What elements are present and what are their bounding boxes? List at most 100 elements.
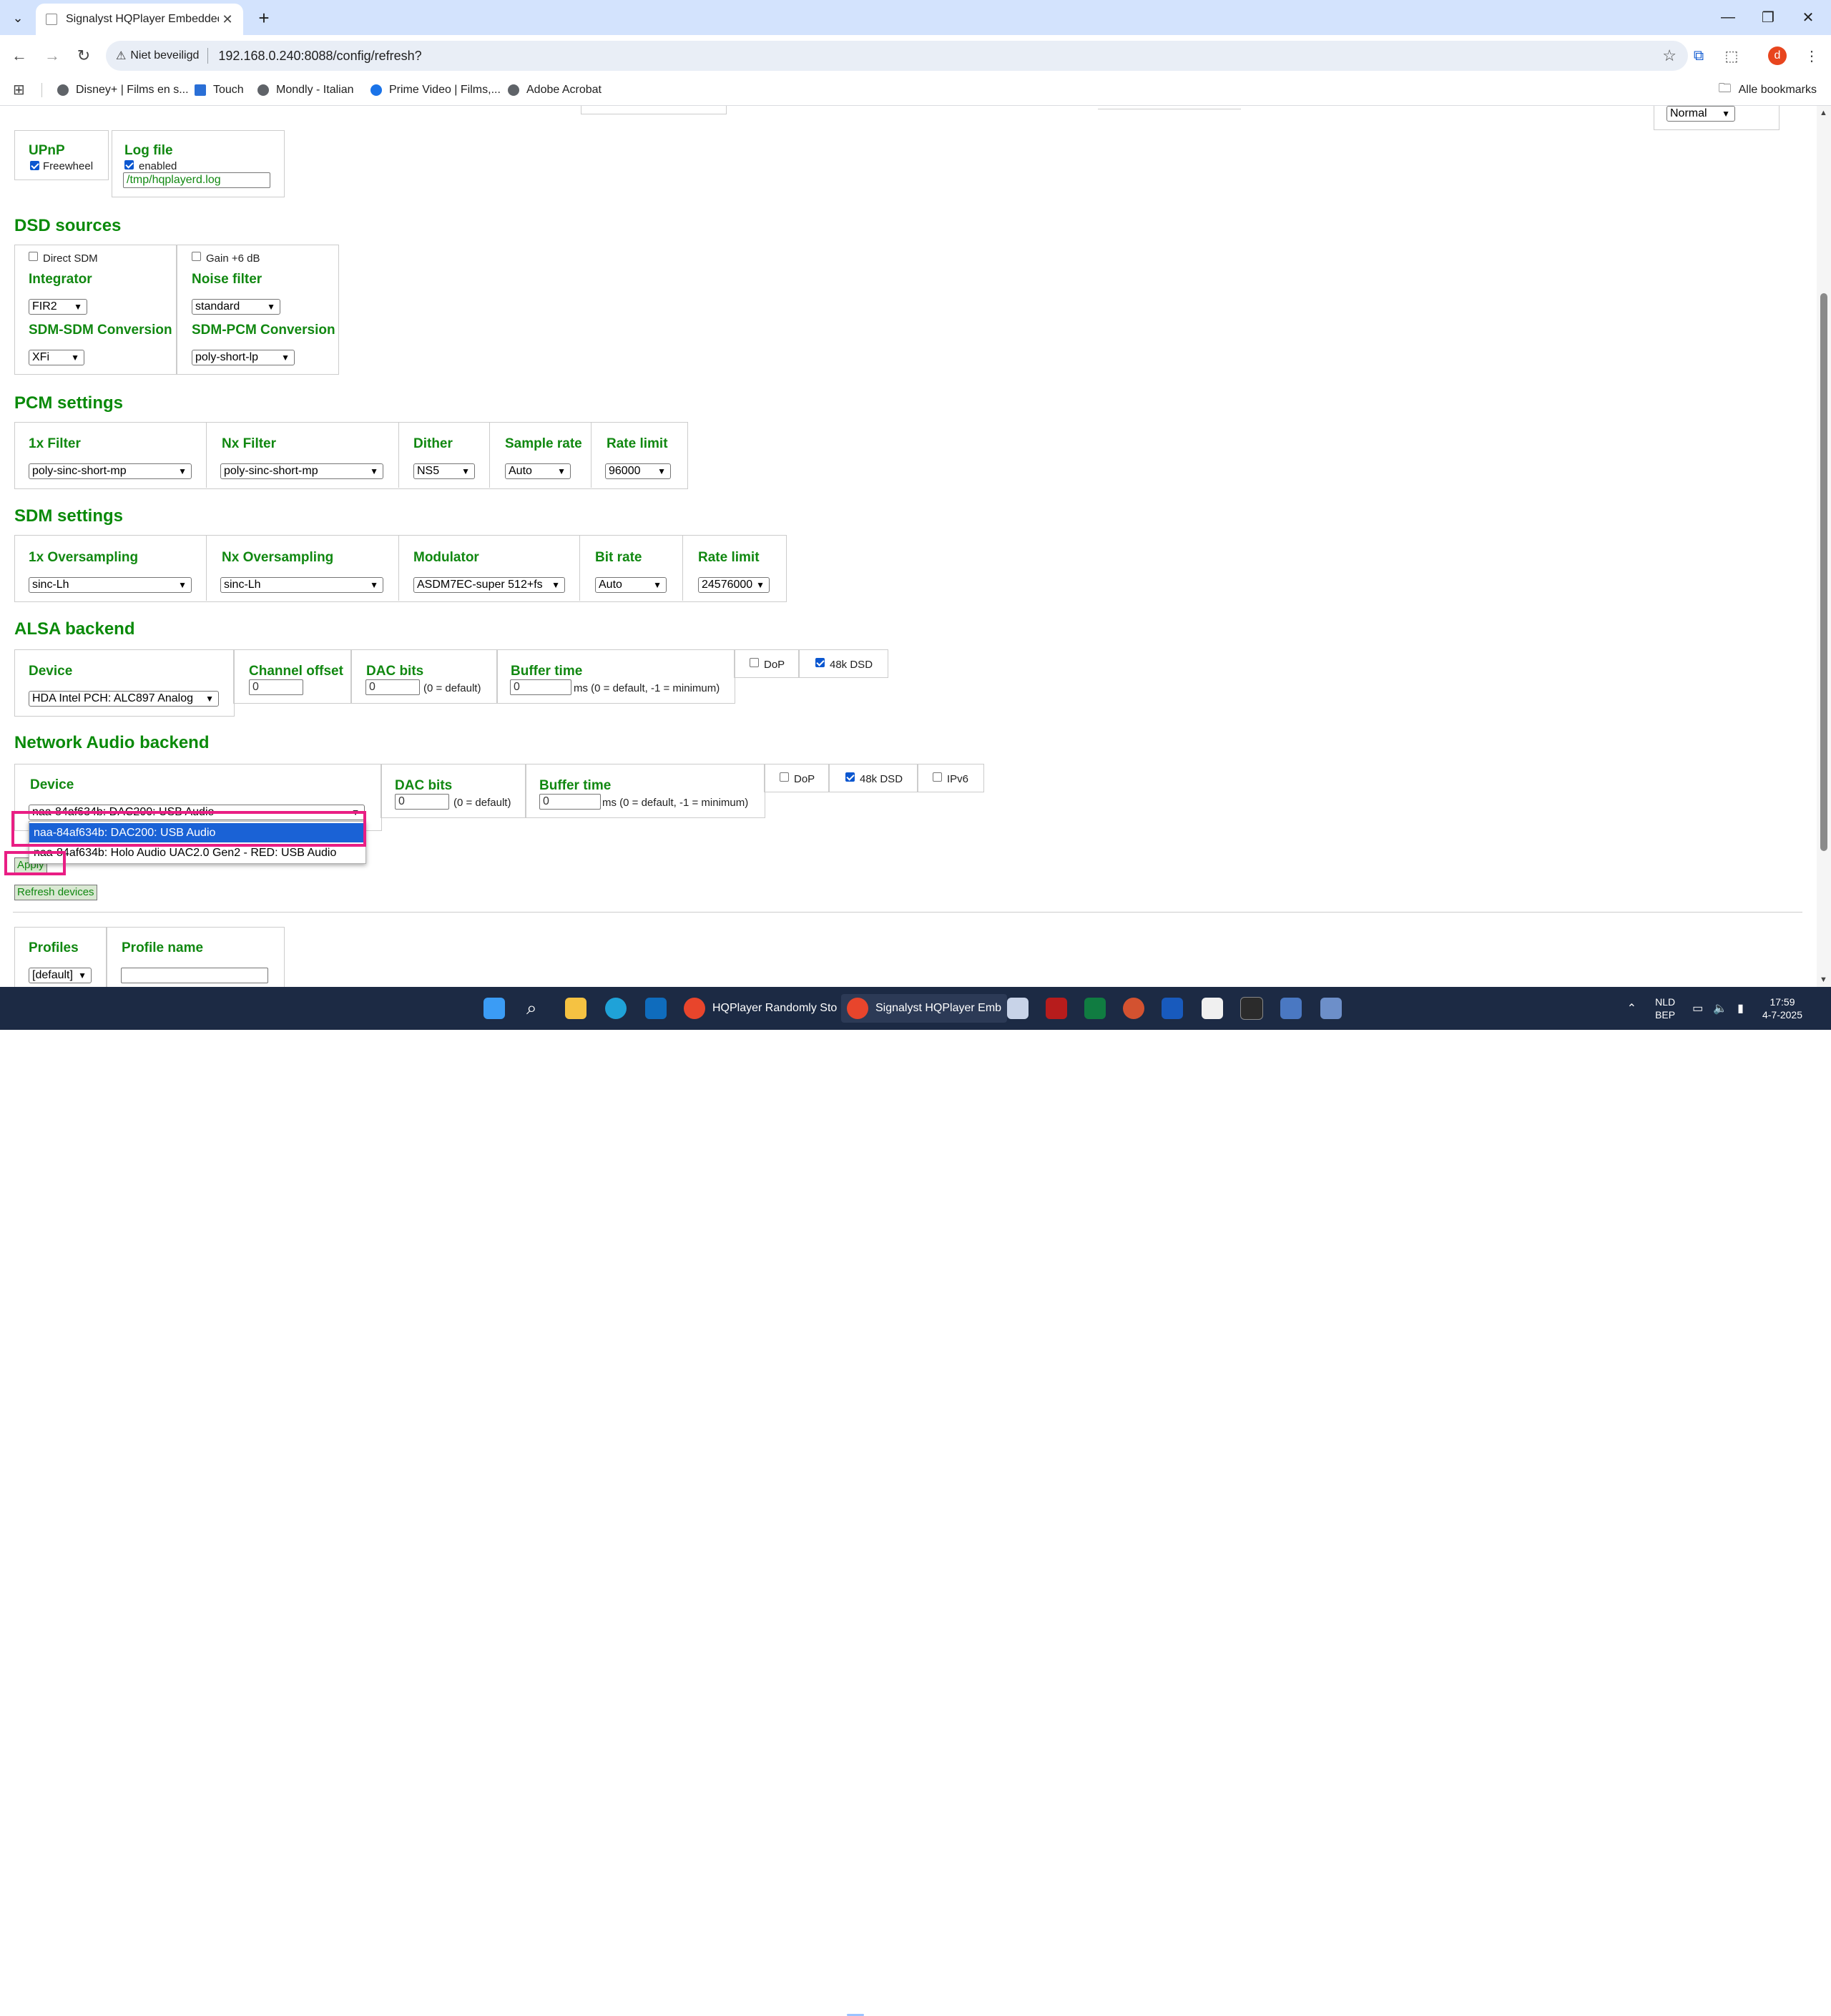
log-enabled-checkbox[interactable]: [124, 160, 134, 169]
filter-1x-select[interactable]: poly-sinc-short-mp ▼: [29, 463, 192, 479]
noise-filter-select[interactable]: standard ▼: [192, 299, 280, 315]
sdm-sdm-select[interactable]: XFi ▼: [29, 350, 84, 365]
tab-hqplayer[interactable]: Signalyst HQPlayer Embedded ✕: [36, 4, 243, 35]
direct-sdm-checkbox[interactable]: [29, 252, 38, 261]
network-buffer-note: ms (0 = default, -1 = minimum): [602, 797, 749, 809]
all-bookmarks[interactable]: 🗀 Alle bookmarks: [1719, 81, 1817, 99]
chevron-up-icon[interactable]: ⌃: [1627, 1001, 1636, 1016]
ipv6-label: IPv6: [947, 773, 969, 785]
sdm-rate-limit-select[interactable]: 24576000 ▼: [698, 577, 770, 593]
network-dop-checkbox[interactable]: [780, 772, 789, 782]
pcm-rate-limit-select[interactable]: 96000 ▼: [605, 463, 671, 479]
bookmark-disney[interactable]: Disney+ | Films en s...: [57, 81, 189, 99]
network-dac-bits-input[interactable]: 0: [395, 794, 449, 810]
network-48k-dsd-checkbox[interactable]: [845, 772, 855, 782]
battery-icon[interactable]: ▮: [1737, 1001, 1744, 1016]
minimize-icon[interactable]: —: [1714, 6, 1742, 29]
volume-icon[interactable]: 🔈: [1713, 1001, 1727, 1016]
filter-nx-select[interactable]: poly-sinc-short-mp ▼: [220, 463, 383, 479]
scroll-down-icon[interactable]: ▼: [1820, 975, 1827, 984]
freewheel-checkbox[interactable]: [30, 161, 39, 170]
profile-name-input[interactable]: [121, 968, 268, 983]
bookmark-touch[interactable]: Touch: [195, 81, 244, 99]
integrator-select[interactable]: FIR2 ▼: [29, 299, 87, 315]
new-tab-icon[interactable]: +: [252, 6, 276, 30]
alsa-48k-dsd-checkbox[interactable]: [815, 658, 825, 667]
bookmark-adobe-acrobat[interactable]: Adobe Acrobat: [508, 81, 602, 99]
app-icon-remote[interactable]: [1320, 994, 1342, 1023]
roon-icon[interactable]: [1202, 994, 1223, 1023]
alsa-dac-bits-input[interactable]: 0: [365, 679, 420, 695]
alsa-buffer-note: ms (0 = default, -1 = minimum): [574, 682, 720, 694]
sdm-title: SDM settings: [14, 506, 124, 526]
app-icon-og[interactable]: [1007, 994, 1029, 1023]
scroll-up-icon[interactable]: ▲: [1820, 109, 1827, 117]
upnp-title: UPnP: [29, 143, 65, 158]
chevron-down-icon: ▼: [71, 353, 79, 363]
alsa-device-select[interactable]: HDA Intel PCH: ALC897 Analog ▼: [29, 691, 219, 707]
forward-icon[interactable]: →: [40, 44, 64, 68]
bit-rate-select[interactable]: Auto ▼: [595, 577, 667, 593]
bookmark-prime-video[interactable]: Prime Video | Films,...: [370, 81, 501, 99]
refresh-devices-button[interactable]: Refresh devices: [14, 885, 97, 900]
sample-rate-select[interactable]: Auto ▼: [505, 463, 571, 479]
dither-select[interactable]: NS5 ▼: [413, 463, 475, 479]
partial-select[interactable]: Normal ▼: [1666, 106, 1735, 122]
language-indicator[interactable]: NLD BEP: [1655, 995, 1675, 1021]
terminal-icon[interactable]: [1240, 994, 1263, 1023]
divider: [398, 535, 399, 601]
chevron-down-icon: ▼: [78, 970, 87, 980]
ipv6-checkbox[interactable]: [933, 772, 942, 782]
taskbar-chrome-hqplayer[interactable]: HQPlayer Randomly Sto: [684, 994, 837, 1023]
apps-grid-icon[interactable]: ⊞: [13, 81, 25, 99]
restore-icon[interactable]: ❐: [1754, 6, 1782, 29]
page-scrollbar[interactable]: ▲ ▼: [1817, 106, 1831, 987]
alsa-dac-bits-note: (0 = default): [423, 682, 481, 694]
chevron-down-icon: ▼: [267, 302, 275, 312]
extensions-icon[interactable]: ⬚: [1719, 44, 1744, 68]
taskbar-chrome-signalyst[interactable]: Signalyst HQPlayer Emb: [841, 994, 1008, 1023]
menu-icon[interactable]: ⋮: [1800, 44, 1824, 68]
profile-avatar[interactable]: d: [1768, 46, 1787, 65]
sdm-rate-limit-label: Rate limit: [698, 550, 760, 565]
os-1x-select[interactable]: sinc-Lh ▼: [29, 577, 192, 593]
excel-icon[interactable]: [1084, 994, 1106, 1023]
profiles-select[interactable]: [default] ▼: [29, 968, 92, 983]
app-icon-network[interactable]: [1280, 994, 1302, 1023]
globe-icon: [508, 84, 519, 96]
url-text[interactable]: 192.168.0.240:8088/config/refresh?: [218, 49, 1662, 64]
network-buffer-input[interactable]: 0: [539, 794, 601, 810]
bookmark-mondly[interactable]: Mondly - Italian: [257, 81, 354, 99]
tab-search-icon[interactable]: ⌄: [6, 7, 30, 29]
network-buffer-label: Buffer time: [539, 778, 612, 793]
word-icon[interactable]: [1162, 994, 1183, 1023]
channel-offset-input[interactable]: 0: [249, 679, 303, 695]
security-status[interactable]: Niet beveiligd: [130, 49, 199, 62]
modulator-select[interactable]: ASDM7EC-super 512+fs ▼: [413, 577, 565, 593]
alsa-buffer-input[interactable]: 0: [510, 679, 571, 695]
close-tab-icon[interactable]: ✕: [219, 12, 236, 27]
cast-icon[interactable]: ⧉: [1687, 44, 1711, 68]
app-icon-red[interactable]: [1046, 994, 1067, 1023]
start-icon[interactable]: [483, 994, 505, 1023]
edge-icon[interactable]: [605, 994, 627, 1023]
powerpoint-icon[interactable]: [1123, 994, 1144, 1023]
gain-checkbox[interactable]: [192, 252, 201, 261]
close-window-icon[interactable]: ✕: [1794, 6, 1822, 29]
back-icon[interactable]: ←: [7, 44, 31, 68]
search-icon[interactable]: ⌕: [526, 994, 537, 1023]
alsa-dop-checkbox[interactable]: [750, 658, 759, 667]
file-explorer-icon[interactable]: [565, 994, 586, 1023]
reload-icon[interactable]: ↻: [72, 44, 96, 68]
sdm-pcm-select[interactable]: poly-short-lp ▼: [192, 350, 295, 365]
os-nx-select[interactable]: sinc-Lh ▼: [220, 577, 383, 593]
log-path-input[interactable]: /tmp/hqplayerd.log: [123, 172, 270, 188]
network-icon[interactable]: ▭: [1692, 1001, 1703, 1016]
clock[interactable]: 17:59 4-7-2025: [1762, 995, 1802, 1021]
prime-video-icon: [370, 84, 382, 96]
bookmark-star-icon[interactable]: ☆: [1662, 46, 1677, 65]
address-bar[interactable]: ⚠ Niet beveiligd 192.168.0.240:8088/conf…: [106, 41, 1688, 71]
outlook-icon[interactable]: [645, 994, 667, 1023]
scroll-thumb[interactable]: [1820, 293, 1827, 851]
globe-icon: [257, 84, 269, 96]
